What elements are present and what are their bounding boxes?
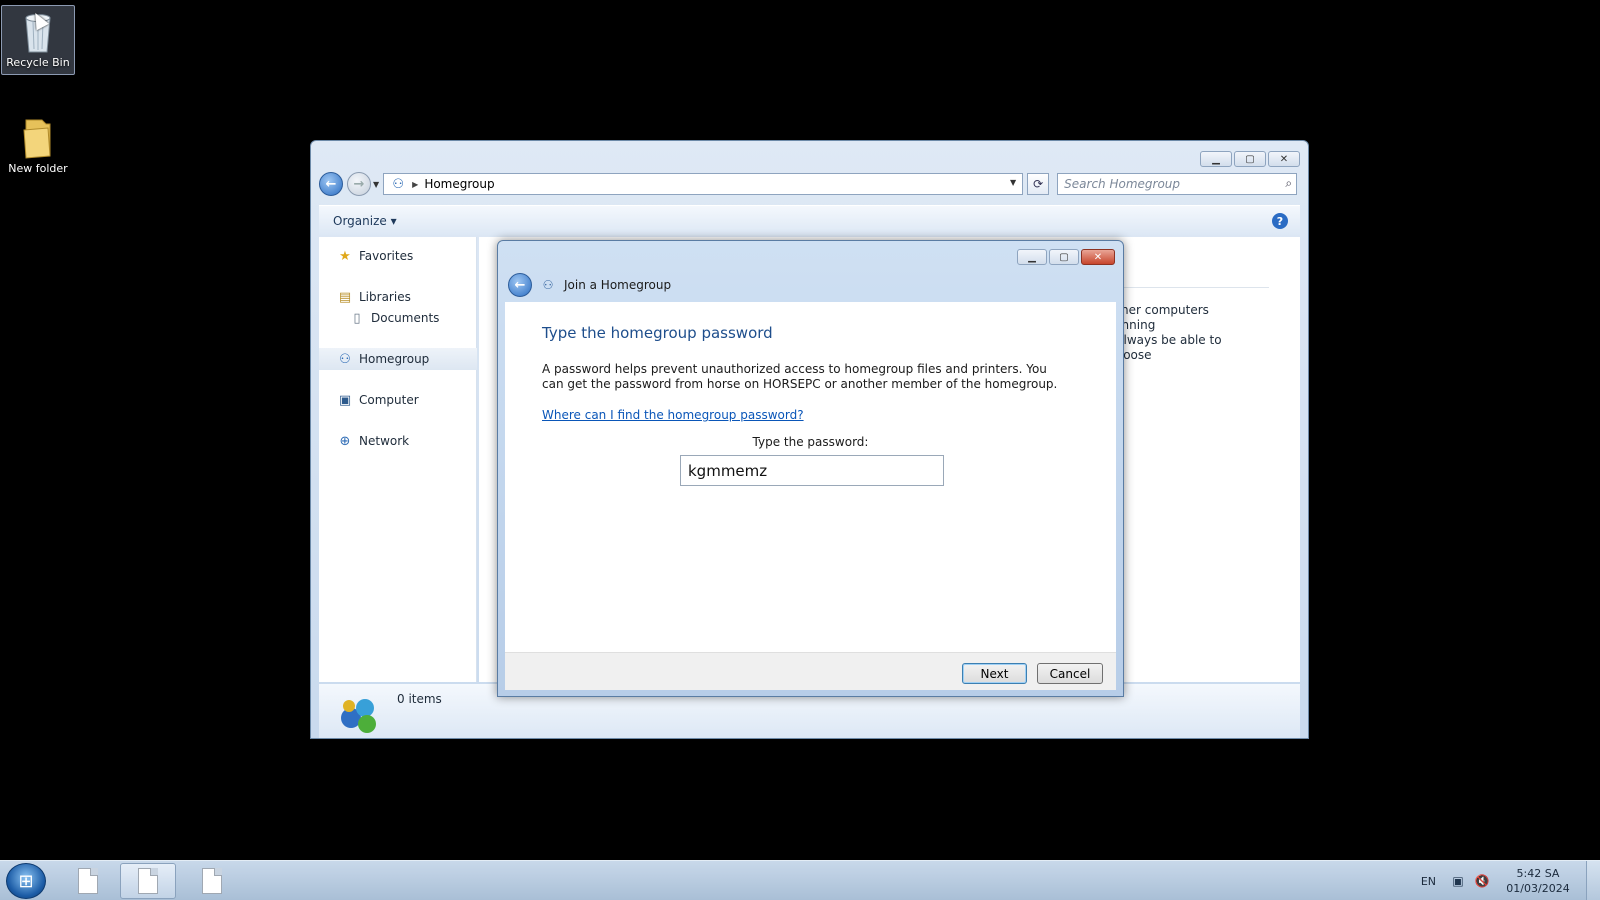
command-bar: Organize ▾ ?: [319, 205, 1300, 235]
document-icon: ▯: [353, 310, 361, 326]
homegroup-icon: ⚇: [339, 351, 351, 367]
show-desktop-button[interactable]: [1586, 861, 1600, 900]
homegroup-wizard-icon: ⚇: [542, 278, 554, 292]
dialog-title: Join a Homegroup: [564, 278, 672, 292]
desktop-icon-label: New folder: [8, 162, 68, 175]
sidebar-item-label: Documents: [371, 311, 440, 325]
info-line: l always be able to choose: [1109, 333, 1222, 362]
refresh-icon: ⟳: [1033, 177, 1044, 191]
library-icon: ▤: [338, 289, 352, 305]
dialog-caption-buttons: ▁ ▢ ✕: [1017, 249, 1115, 265]
sidebar-item-label: Homegroup: [359, 352, 430, 366]
next-button[interactable]: Next: [962, 663, 1027, 684]
clock[interactable]: 5:42 SA 01/03/2024: [1498, 866, 1578, 896]
network-status-icon[interactable]: ▣: [1450, 873, 1466, 889]
windows-logo-icon: ⊞: [18, 870, 34, 892]
sidebar-item-network[interactable]: ⊕ Network: [319, 430, 477, 452]
sidebar-item-documents[interactable]: ▯ Documents: [319, 307, 477, 329]
dialog-footer: Next Cancel: [505, 652, 1116, 690]
dialog-minimize-button[interactable]: ▁: [1017, 249, 1047, 265]
volume-muted-icon[interactable]: 🔇: [1474, 873, 1490, 889]
minimize-button[interactable]: ▁: [1200, 151, 1232, 167]
sidebar-item-label: Favorites: [359, 249, 414, 263]
clock-time: 5:42 SA: [1516, 867, 1560, 880]
sidebar-item-computer[interactable]: ▣ Computer: [319, 389, 477, 411]
document-icon: [138, 868, 158, 894]
clock-date: 01/03/2024: [1506, 882, 1570, 895]
search-icon[interactable]: ⌕: [1285, 176, 1292, 191]
sidebar-item-libraries[interactable]: ▤ Libraries: [319, 286, 477, 308]
content-divider: [1109, 287, 1269, 288]
find-password-link[interactable]: Where can I find the homegroup password?: [542, 408, 804, 422]
network-icon: ⊕: [339, 433, 351, 449]
dialog-maximize-button[interactable]: ▢: [1049, 249, 1079, 265]
maximize-icon: ▢: [1059, 251, 1069, 263]
sidebar-item-label: Network: [359, 434, 410, 448]
dialog-back-button[interactable]: ←: [508, 273, 532, 297]
dialog-heading: Type the homegroup password: [542, 324, 773, 342]
join-homegroup-dialog: ▁ ▢ ✕ ← ⚇ Join a Homegroup Type the home…: [497, 240, 1124, 697]
info-line: other computers running: [1109, 303, 1209, 332]
window-caption-buttons: ▁ ▢ ✕: [1200, 151, 1300, 167]
password-label: Type the password:: [752, 435, 869, 449]
document-icon: [78, 868, 98, 894]
close-button[interactable]: ✕: [1268, 151, 1300, 167]
item-count: 0 items: [397, 692, 442, 706]
start-button[interactable]: ⊞: [6, 863, 46, 899]
navigation-pane: ★ Favorites ▤ Libraries ▯ Documents ⚇ Ho…: [319, 237, 477, 682]
desktop-icon-new-folder[interactable]: New folder: [1, 112, 75, 175]
breadcrumb-homegroup[interactable]: Homegroup: [424, 177, 494, 191]
taskbar-app-3[interactable]: [184, 863, 240, 899]
sidebar-item-favorites[interactable]: ★ Favorites: [319, 245, 477, 267]
homegroup-icon: ⚇: [392, 176, 404, 192]
password-field[interactable]: [680, 455, 944, 486]
address-dropdown-icon[interactable]: ▼: [1010, 178, 1016, 187]
minimize-icon: ▁: [1212, 153, 1220, 165]
back-arrow-icon: ←: [325, 176, 337, 192]
maximize-button[interactable]: ▢: [1234, 151, 1266, 167]
search-input[interactable]: Search Homegroup ⌕: [1057, 173, 1298, 195]
address-bar[interactable]: ⚇ ▶ Homegroup ▼: [383, 173, 1024, 195]
recent-pages-dropdown[interactable]: ▼: [373, 180, 379, 189]
forward-arrow-icon: →: [353, 176, 365, 192]
back-arrow-icon: ←: [514, 277, 526, 293]
cancel-button[interactable]: Cancel: [1037, 663, 1103, 684]
homegroup-info-text: other computers running l always be able…: [1109, 303, 1259, 363]
sidebar-item-label: Libraries: [359, 290, 411, 304]
dialog-body: Type the homegroup password A password h…: [505, 302, 1116, 652]
close-icon: ✕: [1279, 153, 1289, 165]
homegroup-large-icon: [341, 699, 376, 733]
desktop-icon-label: Recycle Bin: [6, 56, 70, 69]
close-icon: ✕: [1093, 251, 1103, 263]
dialog-close-button[interactable]: ✕: [1081, 249, 1115, 265]
help-icon[interactable]: ?: [1272, 213, 1288, 229]
navigation-bar: ← → ▼ ⚇ ▶ Homegroup ▼ ⟳ Search Homegroup…: [319, 171, 1300, 197]
star-icon: ★: [339, 248, 351, 264]
breadcrumb-separator-icon[interactable]: ▶: [412, 180, 418, 189]
forward-button[interactable]: →: [347, 172, 371, 196]
taskbar-app-2[interactable]: [120, 863, 176, 899]
taskbar: ⊞ EN ▣ 🔇 5:42 SA 01/03/2024: [0, 860, 1600, 900]
taskbar-app-1[interactable]: [60, 863, 116, 899]
computer-icon: ▣: [338, 392, 352, 408]
dialog-header: ← ⚇ Join a Homegroup: [508, 271, 671, 299]
language-indicator[interactable]: EN: [1421, 875, 1436, 888]
back-button[interactable]: ←: [319, 172, 343, 196]
document-icon: [202, 868, 222, 894]
sidebar-item-label: Computer: [359, 393, 419, 407]
organize-menu-button[interactable]: Organize ▾: [333, 214, 397, 228]
sidebar-item-homegroup[interactable]: ⚇ Homegroup: [319, 348, 477, 370]
dialog-description: A password helps prevent unauthorized ac…: [542, 362, 1058, 391]
system-tray: EN ▣ 🔇 5:42 SA 01/03/2024: [1421, 861, 1600, 900]
folder-icon: [23, 119, 51, 159]
search-placeholder: Search Homegroup: [1064, 177, 1181, 191]
minimize-icon: ▁: [1028, 251, 1036, 263]
refresh-button[interactable]: ⟳: [1027, 173, 1050, 195]
maximize-icon: ▢: [1245, 153, 1255, 165]
